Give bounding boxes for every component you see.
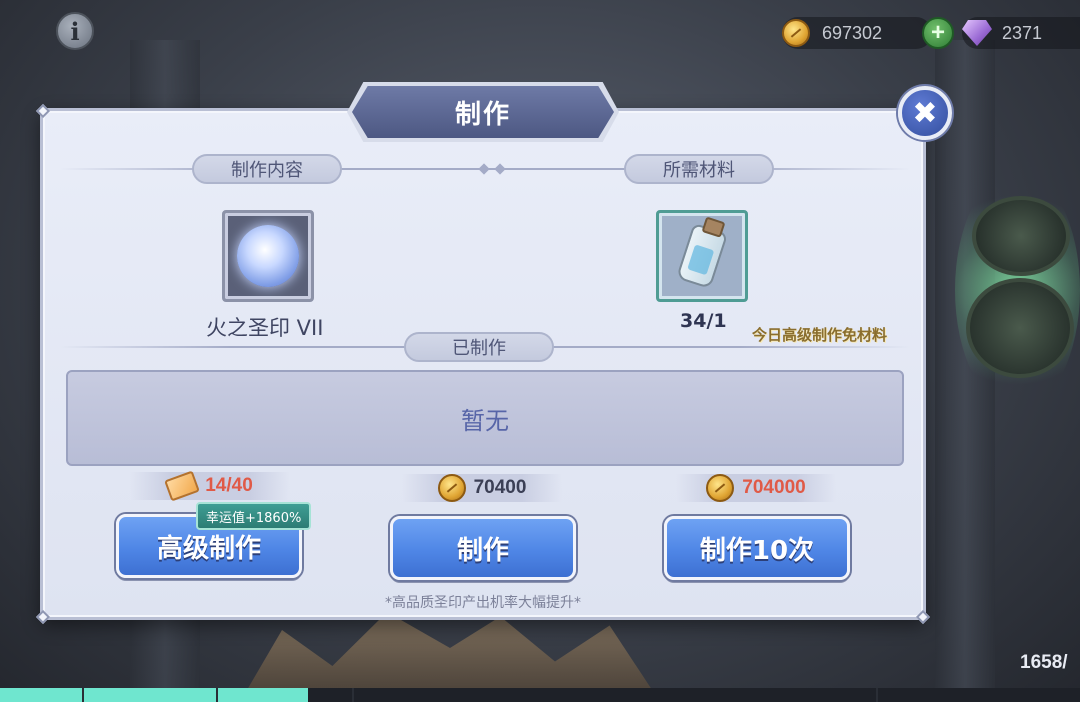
- crafted-item-name: 火之圣印 VII: [206, 316, 324, 340]
- close-icon: ✖: [912, 95, 938, 131]
- craft-button[interactable]: 制作: [390, 516, 576, 580]
- bg-skill-ring-2: [966, 278, 1074, 378]
- crafted-list-empty: 暂无: [66, 370, 904, 466]
- material-slot[interactable]: [656, 210, 748, 302]
- gold-value: 697302: [822, 22, 883, 43]
- single-cost-value: 70400: [473, 477, 527, 498]
- progress-tick: [352, 688, 354, 702]
- energy-counter: 1658/: [1020, 652, 1068, 673]
- ticket-icon: [164, 470, 201, 502]
- dialog-title: 制作: [352, 86, 614, 138]
- seal-icon: [237, 225, 299, 287]
- content-section-label: 制作内容: [192, 154, 342, 184]
- progress-tick: [216, 688, 218, 702]
- info-button[interactable]: i: [56, 12, 94, 50]
- craft-ten-button[interactable]: 制作10次: [664, 516, 850, 580]
- footnote: *高品质圣印产出机率大幅提升*: [385, 595, 581, 611]
- crafted-item-slot[interactable]: [222, 210, 314, 302]
- made-section-label: 已制作: [404, 332, 554, 362]
- gold-coin-icon: [782, 19, 810, 47]
- bottle-icon: [675, 222, 729, 290]
- advanced-cost: 14/40: [130, 470, 290, 502]
- panel-corner: [35, 609, 51, 625]
- advanced-cost-value: 14/40: [205, 475, 253, 496]
- ten-cost: 704000: [676, 474, 836, 502]
- luck-badge: 幸运值+1860%: [196, 502, 312, 530]
- materials-section-label: 所需材料: [624, 154, 774, 184]
- gem-value: 2371: [1002, 22, 1043, 43]
- add-gems-button[interactable]: +: [922, 17, 954, 49]
- panel-corner: [915, 609, 931, 625]
- panel-corner: [35, 103, 51, 119]
- single-cost: 70400: [402, 474, 562, 502]
- progress-tick: [876, 688, 878, 702]
- ten-cost-value: 704000: [742, 477, 806, 498]
- free-material-note: 今日高级制作免材料: [752, 326, 888, 344]
- gold-coin-icon: [437, 474, 466, 502]
- gold-coin-icon: [706, 474, 735, 502]
- close-button[interactable]: ✖: [898, 86, 952, 140]
- progress-fill: [0, 688, 308, 702]
- material-count: 34/1: [680, 310, 727, 332]
- info-icon: i: [70, 16, 80, 46]
- add-icon: +: [930, 19, 945, 46]
- progress-tick: [82, 688, 84, 702]
- bg-skill-ring-1: [972, 196, 1070, 276]
